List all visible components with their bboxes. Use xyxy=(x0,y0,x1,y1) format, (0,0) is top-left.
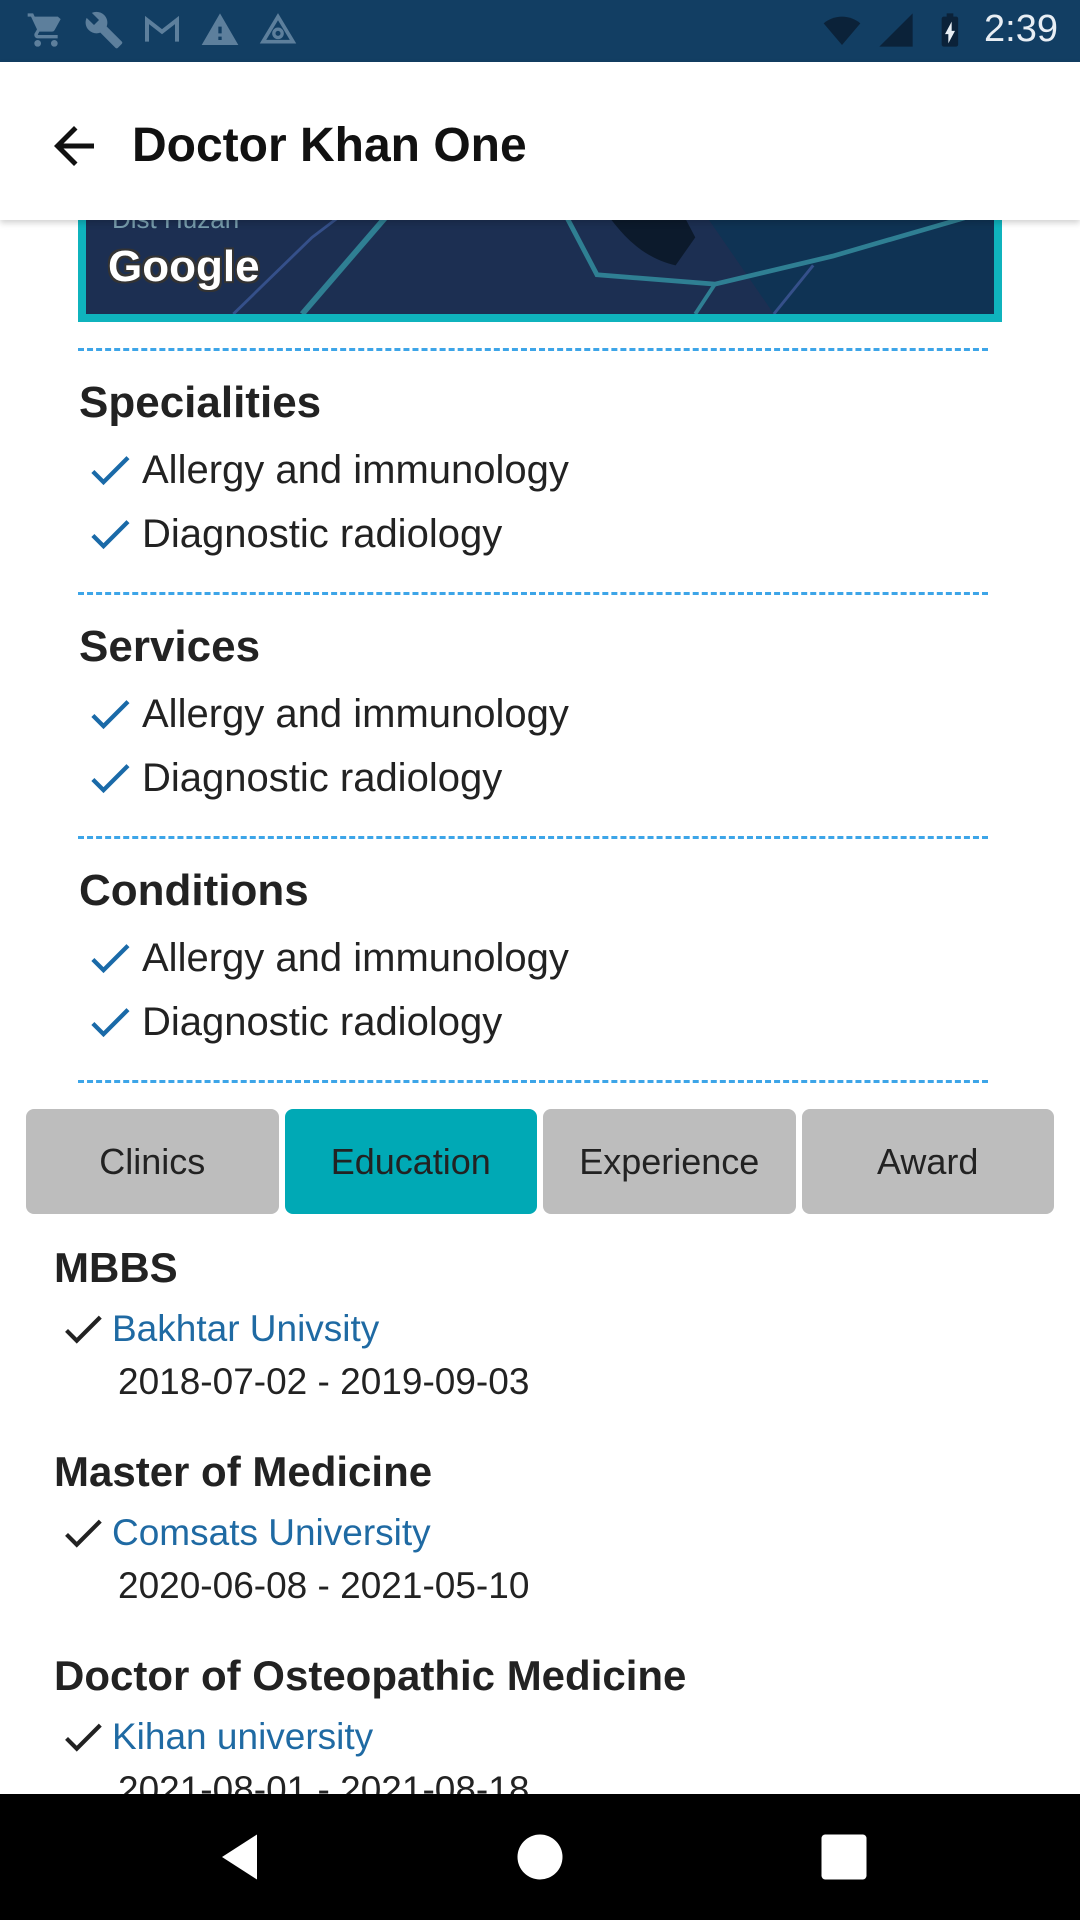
education-degree: MBBS xyxy=(54,1244,178,1291)
cell-signal-icon xyxy=(879,12,913,47)
speciality-label: Allergy and immunology xyxy=(142,447,569,492)
checkmark-icon xyxy=(91,700,130,730)
system-icons: 2:39 xyxy=(822,8,1058,51)
gmail-icon xyxy=(145,15,179,42)
institution-link[interactable]: Bakhtar Univsity xyxy=(112,1308,379,1350)
square-recents-icon xyxy=(821,1834,867,1880)
checkmark-icon xyxy=(91,1008,130,1038)
speciality-label: Diagnostic radiology xyxy=(142,511,503,556)
battery-icon xyxy=(941,12,959,47)
education-degree: Doctor of Osteopathic Medicine xyxy=(54,1652,687,1699)
condition-item: Allergy and immunology xyxy=(84,932,569,984)
back-button[interactable] xyxy=(44,116,104,176)
service-label: Allergy and immunology xyxy=(142,691,569,736)
section-divider xyxy=(78,1080,988,1083)
checkmark-icon xyxy=(65,1723,102,1752)
institution-link[interactable]: Kihan university xyxy=(112,1716,373,1758)
service-item: Diagnostic radiology xyxy=(84,752,502,804)
google-logo: Google xyxy=(108,242,260,291)
arrow-back-icon xyxy=(54,126,94,166)
checkmark-icon xyxy=(65,1519,102,1548)
triangle-back-icon xyxy=(222,1834,257,1880)
tab-award[interactable]: Award xyxy=(801,1109,1054,1214)
nav-back-button[interactable] xyxy=(212,1827,272,1887)
notification-icons xyxy=(26,10,298,50)
profile-tabs: Clinics Education Experience Award xyxy=(26,1109,1054,1214)
specialities-title: Specialities xyxy=(79,378,322,427)
tab-education[interactable]: Education xyxy=(284,1109,537,1214)
circle-home-icon xyxy=(517,1834,563,1880)
checkmark-icon xyxy=(91,944,130,974)
delta-icon xyxy=(259,13,297,44)
section-divider xyxy=(78,348,988,351)
conditions-title: Conditions xyxy=(79,866,309,915)
service-item: Allergy and immunology xyxy=(84,688,569,740)
page-title: Doctor Khan One xyxy=(132,119,527,172)
nav-home-button[interactable] xyxy=(510,1827,570,1887)
education-institution: Kihan university xyxy=(58,1712,373,1762)
services-title: Services xyxy=(79,622,261,671)
section-divider xyxy=(78,592,988,595)
checkmark-icon xyxy=(91,520,130,550)
condition-label: Allergy and immunology xyxy=(142,935,569,980)
speciality-item: Allergy and immunology xyxy=(84,444,569,496)
education-institution: Bakhtar Univsity xyxy=(58,1304,379,1354)
navigation-bar xyxy=(0,1794,1080,1920)
checkmark-icon xyxy=(65,1315,102,1344)
tab-experience[interactable]: Experience xyxy=(543,1109,796,1214)
condition-label: Diagnostic radiology xyxy=(142,999,503,1044)
section-divider xyxy=(78,836,988,839)
app-bar: Doctor Khan One xyxy=(0,62,1080,220)
institution-link[interactable]: Comsats University xyxy=(112,1512,431,1554)
wifi-icon xyxy=(823,16,861,45)
warning-icon xyxy=(201,13,239,46)
wrench-icon xyxy=(85,11,123,49)
service-label: Diagnostic radiology xyxy=(142,755,503,800)
checkmark-icon xyxy=(91,764,130,794)
education-degree: Master of Medicine xyxy=(54,1448,433,1495)
speciality-item: Diagnostic radiology xyxy=(84,508,502,560)
cart-icon xyxy=(27,13,61,47)
condition-item: Diagnostic radiology xyxy=(84,996,502,1048)
status-bar: 2:39 xyxy=(0,0,1080,62)
education-institution: Comsats University xyxy=(58,1508,431,1558)
tab-clinics[interactable]: Clinics xyxy=(26,1109,279,1214)
checkmark-icon xyxy=(91,456,130,486)
clock: 2:39 xyxy=(984,8,1058,50)
nav-recents-button[interactable] xyxy=(814,1827,874,1887)
education-dates: 2018-07-02 - 2019-09-03 xyxy=(118,1361,530,1402)
education-dates: 2020-06-08 - 2021-05-10 xyxy=(118,1565,530,1606)
